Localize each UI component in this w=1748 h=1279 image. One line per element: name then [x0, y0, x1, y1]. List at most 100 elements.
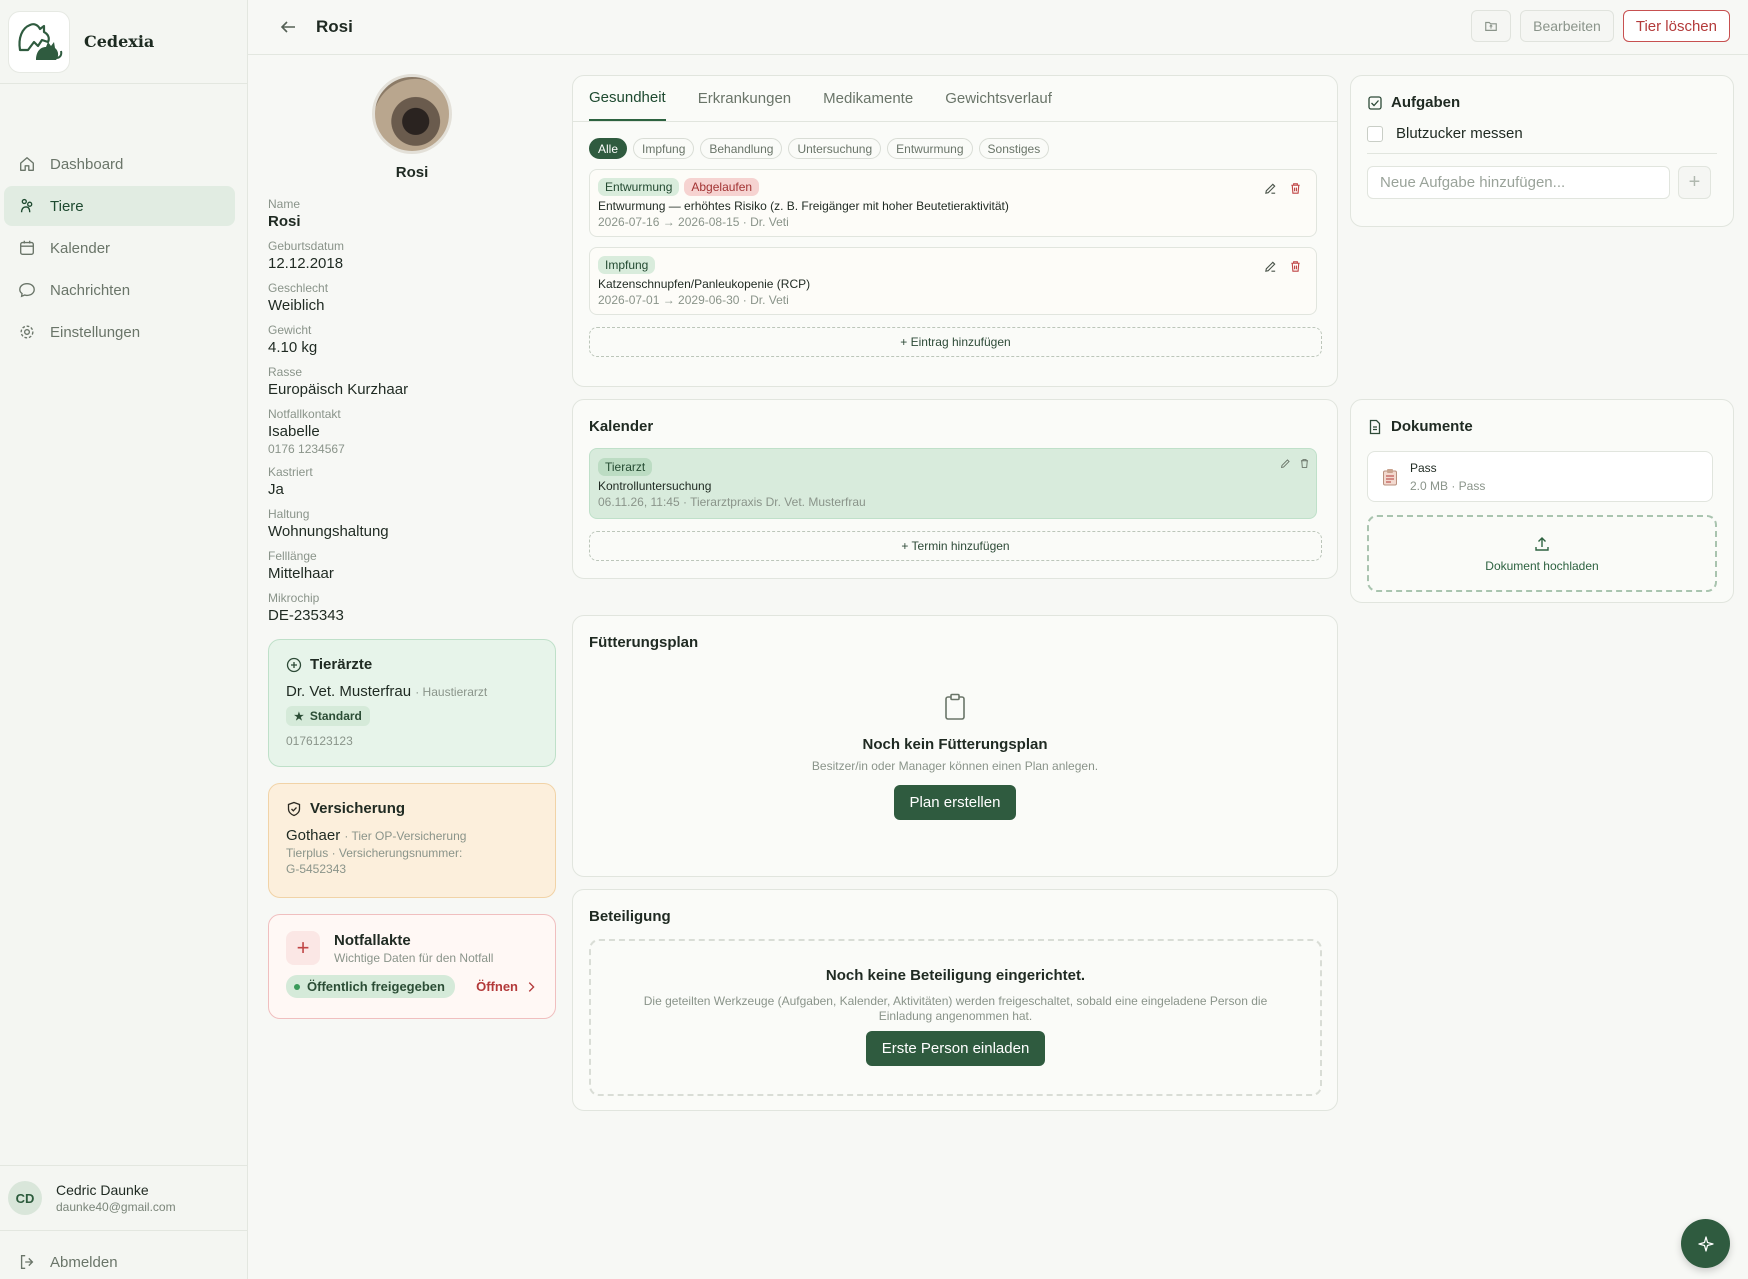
- top-bar: Rosi Bearbeiten Tier löschen: [248, 0, 1748, 55]
- vet-phone: 0176123123: [286, 734, 353, 748]
- field-label: Geburtsdatum: [268, 239, 345, 253]
- edit-icon[interactable]: [1264, 260, 1277, 273]
- calendar-panel: Kalender Tierarzt Kontrolluntersuchung 0…: [572, 399, 1338, 579]
- emergency-card[interactable]: + Notfallakte Wichtige Daten für den Not…: [268, 914, 556, 1019]
- nav-label: Dashboard: [50, 155, 124, 173]
- field-value: Isabelle: [268, 423, 320, 440]
- filter-chips: Alle Impfung Behandlung Untersuchung Ent…: [589, 138, 1337, 159]
- assistant-fab[interactable]: [1681, 1219, 1730, 1268]
- back-arrow-icon[interactable]: [278, 17, 298, 37]
- documents-panel: Dokumente Pass 2.0 MB · Pass Dokument ho…: [1350, 399, 1734, 603]
- share-button[interactable]: [1471, 10, 1512, 42]
- filter-impfung[interactable]: Impfung: [633, 138, 695, 159]
- create-plan-button[interactable]: Plan erstellen: [893, 785, 1017, 820]
- invite-person-button[interactable]: Erste Person einladen: [865, 1031, 1046, 1066]
- sharing-empty-box: Noch keine Beteiligung eingerichtet. Die…: [589, 939, 1322, 1096]
- open-label: Öffnen: [476, 979, 518, 994]
- vets-title: Tierärzte: [310, 656, 373, 673]
- logout-button[interactable]: Abmelden: [18, 1253, 118, 1271]
- feeding-empty-sub: Besitzer/in oder Manager können einen Pl…: [811, 759, 1099, 773]
- brand-logo[interactable]: [8, 10, 70, 73]
- tag-expired: Abgelaufen: [684, 178, 760, 196]
- field-value: Europäisch Kurzhaar: [268, 381, 409, 398]
- tasks-panel: Aufgaben Blutzucker messen +: [1350, 75, 1734, 227]
- nav-item-tiere[interactable]: Tiere: [4, 186, 235, 226]
- field-sub: 0176 1234567: [268, 442, 345, 456]
- insurance-company: Gothaer: [286, 827, 341, 844]
- open-emergency-link[interactable]: Öffnen: [476, 979, 538, 994]
- pet-name: Rosi: [395, 164, 429, 181]
- user-profile[interactable]: CD Cedric Daunke daunke40@gmail.com: [0, 1165, 247, 1231]
- nav-item-dashboard[interactable]: Dashboard: [4, 144, 235, 184]
- user-email: daunke40@gmail.com: [56, 1200, 176, 1214]
- task-item[interactable]: Blutzucker messen: [1367, 125, 1733, 142]
- nav-label: Einstellungen: [50, 323, 141, 341]
- nav-item-einstellungen[interactable]: Einstellungen: [4, 312, 235, 352]
- nav-label: Tiere: [50, 197, 84, 215]
- documents-title: Dokumente: [1391, 418, 1473, 435]
- task-checkbox[interactable]: [1367, 125, 1383, 142]
- field-label: Mikrochip: [268, 591, 320, 605]
- nav-item-kalender[interactable]: Kalender: [4, 228, 235, 268]
- add-appointment-button[interactable]: + Termin hinzufügen: [589, 531, 1322, 561]
- field-value: Rosi: [268, 213, 301, 230]
- emergency-title: Notfallakte: [334, 931, 411, 949]
- edit-button[interactable]: Bearbeiten: [1520, 10, 1614, 42]
- filter-behandlung[interactable]: Behandlung: [700, 138, 783, 159]
- logout-label: Abmelden: [50, 1253, 118, 1271]
- insurance-type: · Tier OP-Versicherung: [344, 829, 467, 843]
- horse-cat-logo-icon: [18, 22, 63, 60]
- filter-entwurmung[interactable]: Entwurmung: [887, 138, 973, 159]
- tag-impfung: Impfung: [598, 256, 656, 274]
- edit-icon[interactable]: [1280, 458, 1291, 469]
- status-label: Öffentlich freigegeben: [307, 979, 445, 994]
- clipboard-icon: [945, 693, 965, 720]
- add-entry-button[interactable]: + Eintrag hinzufügen: [589, 327, 1322, 357]
- health-entry[interactable]: Entwurmung Abgelaufen Entwurmung — erhöh…: [589, 169, 1317, 237]
- home-icon: [20, 157, 34, 171]
- tasks-title: Aufgaben: [1391, 94, 1461, 111]
- field-label: Kastriert: [268, 465, 313, 479]
- sharing-empty-sub-2: Einladung angenommen hat.: [878, 1009, 1033, 1023]
- document-meta: 2.0 MB · Pass: [1410, 478, 1486, 493]
- upload-document-button[interactable]: Dokument hochladen: [1367, 515, 1717, 592]
- tag-tierarzt: Tierarzt: [598, 458, 653, 476]
- field-label: Felllänge: [268, 549, 317, 563]
- field-label: Notfallkontakt: [268, 407, 341, 421]
- trash-icon[interactable]: [1289, 182, 1302, 195]
- pet-photo: [372, 74, 452, 154]
- filter-untersuchung[interactable]: Untersuchung: [788, 138, 882, 159]
- new-task-input[interactable]: [1367, 166, 1670, 199]
- entry-meta: 2026-07-16 → 2026-08-15 · Dr. Veti: [598, 215, 789, 229]
- feeding-title: Fütterungsplan: [589, 634, 699, 651]
- sharing-panel: Beteiligung Noch keine Beteiligung einge…: [572, 889, 1338, 1111]
- add-task-button[interactable]: +: [1678, 166, 1711, 199]
- upload-label: Dokument hochladen: [1485, 558, 1599, 573]
- feeding-panel: Fütterungsplan Noch kein Fütterungsplan …: [572, 615, 1338, 877]
- health-entry[interactable]: Impfung Katzenschnupfen/Panleukopenie (R…: [589, 247, 1317, 315]
- star-icon: ★: [294, 710, 304, 723]
- sharing-empty-title: Noch keine Beteiligung eingerichtet.: [825, 967, 1086, 984]
- trash-icon[interactable]: [1289, 260, 1302, 273]
- emergency-plus-icon: +: [286, 931, 320, 965]
- tab-erkrankungen[interactable]: Erkrankungen: [698, 76, 791, 121]
- tab-medikamente[interactable]: Medikamente: [823, 76, 913, 121]
- entry-title: Katzenschnupfen/Panleukopenie (RCP): [598, 277, 811, 291]
- nav-item-nachrichten[interactable]: Nachrichten: [4, 270, 235, 310]
- tab-gewichtsverlauf[interactable]: Gewichtsverlauf: [945, 76, 1052, 121]
- calendar-entry[interactable]: Tierarzt Kontrolluntersuchung 06.11.26, …: [589, 448, 1317, 519]
- edit-icon[interactable]: [1264, 182, 1277, 195]
- calendar-entry-meta: 06.11.26, 11:45 · Tierarztpraxis Dr. Vet…: [598, 495, 866, 509]
- calendar-title: Kalender: [589, 418, 654, 435]
- health-panel: Gesundheit Erkrankungen Medikamente Gewi…: [572, 75, 1338, 387]
- filter-sonstiges[interactable]: Sonstiges: [978, 138, 1050, 159]
- tab-gesundheit[interactable]: Gesundheit: [589, 76, 666, 121]
- divider: [1367, 153, 1717, 154]
- field-value: 12.12.2018: [268, 255, 344, 272]
- delete-pet-button[interactable]: Tier löschen: [1622, 10, 1730, 42]
- document-item[interactable]: Pass 2.0 MB · Pass: [1367, 451, 1713, 502]
- pet-profile: Rosi Name Rosi Geburtsdatum 12.12.2018 G…: [268, 74, 556, 1019]
- brand-name: Cedexia: [84, 32, 155, 51]
- filter-alle[interactable]: Alle: [589, 138, 628, 159]
- trash-icon[interactable]: [1299, 458, 1310, 469]
